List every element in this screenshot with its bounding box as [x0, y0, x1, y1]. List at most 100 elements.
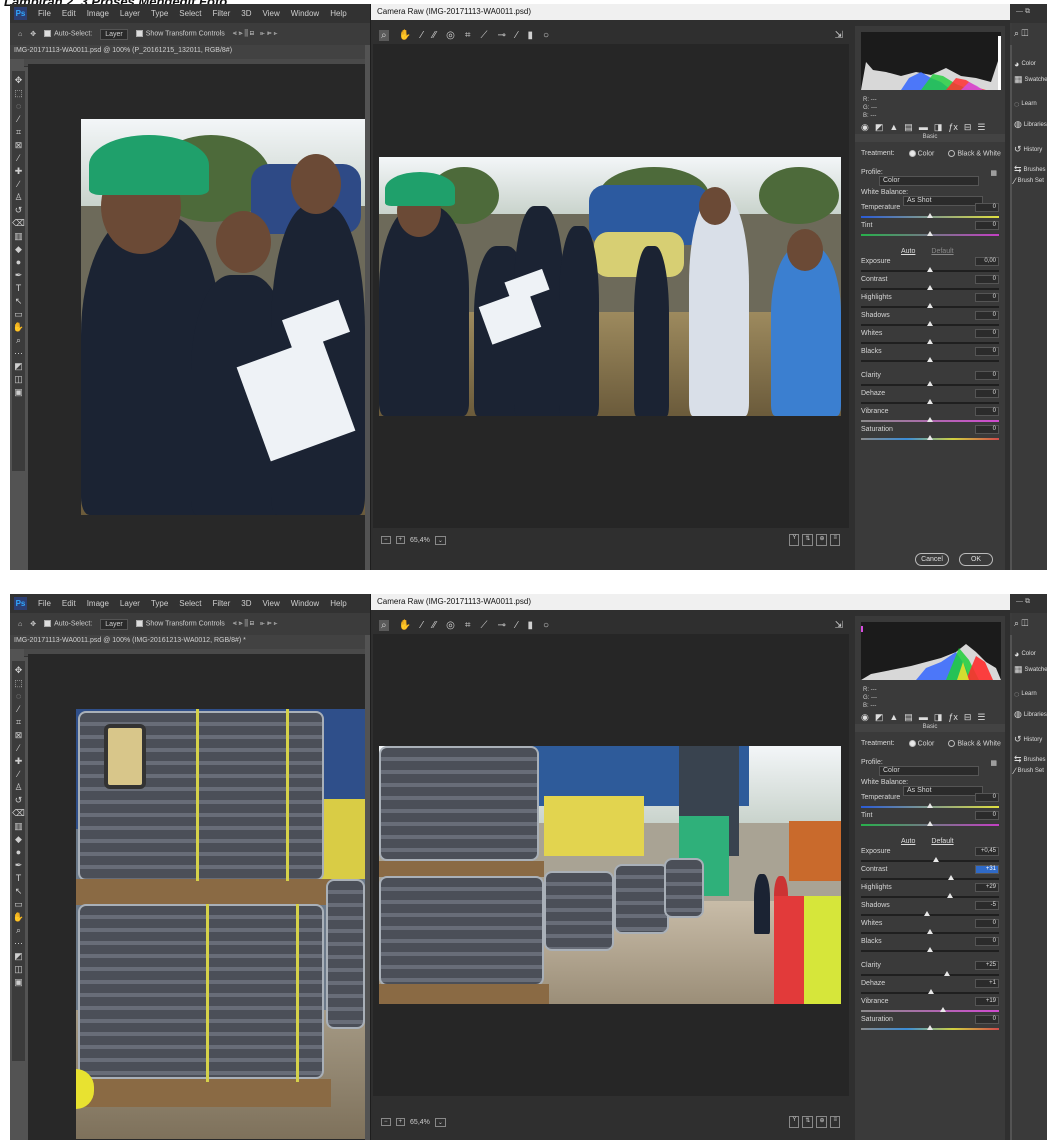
layer-dropdown[interactable]: Layer: [100, 618, 128, 630]
menu-layer[interactable]: Layer: [120, 9, 140, 18]
adjustment-brush-icon[interactable]: ∕: [516, 620, 518, 631]
slider-vibrance[interactable]: Vibrance 0: [861, 407, 999, 426]
type-tool-icon[interactable]: T: [16, 873, 22, 883]
shadows-thumb[interactable]: [927, 321, 933, 326]
zoom-tool-icon[interactable]: ⌕: [16, 925, 21, 935]
blur-tool-icon[interactable]: ◆: [15, 834, 22, 844]
zoom-tool-icon[interactable]: ⌕: [379, 619, 389, 631]
panel-swatches[interactable]: ▦Swatches: [1014, 664, 1047, 675]
adjustment-brush-icon[interactable]: ∕: [516, 30, 518, 41]
menu-edit[interactable]: Edit: [62, 599, 76, 608]
color-radio[interactable]: Color: [908, 740, 934, 747]
hsl-tab-icon[interactable]: ▤: [904, 712, 913, 724]
slider-clarity[interactable]: Clarity 0: [861, 371, 999, 390]
slider-temperature[interactable]: Temperature 0: [861, 203, 999, 222]
vibrance-thumb[interactable]: [927, 417, 933, 422]
slider-exposure[interactable]: Exposure +0,45: [861, 847, 999, 866]
tint-value-field[interactable]: 0: [975, 811, 999, 820]
history-brush-tool-icon[interactable]: ↺: [15, 205, 23, 215]
quick-select-tool-icon[interactable]: ⁄: [18, 114, 20, 124]
document-tab[interactable]: IMG-20171113-WA0011.psd @ 100% (P_201612…: [10, 45, 365, 59]
highlights-thumb[interactable]: [947, 893, 953, 898]
calibration-tab-icon[interactable]: ⊟: [964, 712, 972, 724]
calibration-tab-icon[interactable]: ⊟: [964, 122, 972, 134]
vibrance-thumb[interactable]: [940, 1007, 947, 1012]
target-adjust-tool-icon[interactable]: ◎: [446, 30, 455, 41]
healing-tool-icon[interactable]: ✚: [15, 166, 23, 176]
ps-canvas[interactable]: [28, 64, 365, 570]
panel-color[interactable]: ◕ Color: [1014, 59, 1036, 69]
search-icon[interactable]: ⌕ ◫: [1014, 28, 1028, 39]
color-radio[interactable]: Color: [908, 150, 934, 157]
saturation-value-field[interactable]: 0: [975, 425, 999, 434]
move-tool-icon[interactable]: ✥: [15, 75, 23, 85]
panel-brushes[interactable]: ⇆ Brushes: [1014, 754, 1046, 765]
slider-exposure[interactable]: Exposure 0,00: [861, 257, 999, 276]
align-icons[interactable]: ⫷ ⫸ ⫼ ⊟ ⊪ ⊫ ⊩: [233, 30, 278, 38]
shadows-value-field[interactable]: 0: [975, 311, 999, 320]
panel-history[interactable]: ↺ History: [1014, 144, 1042, 155]
before-after-icon[interactable]: Y: [789, 534, 800, 546]
radial-filter-icon[interactable]: ○: [543, 620, 549, 631]
crop-tool-icon[interactable]: ⌗: [16, 127, 21, 137]
type-tool-icon[interactable]: T: [16, 283, 22, 293]
tone-curve-tab-icon[interactable]: ◩: [875, 122, 884, 134]
split-toning-tab-icon[interactable]: ▬: [919, 712, 928, 724]
auto-link[interactable]: Auto: [901, 248, 915, 255]
hand-tool-icon[interactable]: ✋: [13, 322, 24, 332]
pen-tool-icon[interactable]: ✒: [15, 860, 23, 870]
show-transform-checkbox[interactable]: Show Transform Controls: [135, 620, 225, 628]
contrast-value-field[interactable]: +31: [975, 865, 999, 874]
slider-contrast[interactable]: Contrast +31: [861, 865, 999, 884]
whites-thumb[interactable]: [927, 339, 933, 344]
lens-tab-icon[interactable]: ◨: [934, 122, 943, 134]
slider-dehaze[interactable]: Dehaze +1: [861, 979, 999, 998]
menu-type[interactable]: Type: [151, 9, 168, 18]
menu-help[interactable]: Help: [330, 9, 346, 18]
more-tools-icon[interactable]: ⋯: [14, 348, 23, 358]
slider-blacks[interactable]: Blacks 0: [861, 347, 999, 366]
panel-history[interactable]: ↺ History: [1014, 734, 1042, 745]
history-brush-tool-icon[interactable]: ↺: [15, 795, 23, 805]
menu-view[interactable]: View: [263, 9, 280, 18]
copy-settings-icon[interactable]: ⊕: [816, 1116, 828, 1128]
move-tool-icon[interactable]: ✥: [30, 620, 36, 628]
menu-image[interactable]: Image: [87, 9, 109, 18]
before-after-icon[interactable]: Y: [789, 1116, 800, 1128]
zoom-in-button[interactable]: +: [395, 1118, 406, 1126]
menu-filter[interactable]: Filter: [213, 599, 231, 608]
slider-whites[interactable]: Whites 0: [861, 919, 999, 938]
blacks-thumb[interactable]: [927, 947, 933, 952]
screen-mode-icon[interactable]: ▣: [14, 387, 23, 397]
clarity-value-field[interactable]: +25: [975, 961, 999, 970]
fullscreen-icon[interactable]: ⇲: [835, 30, 843, 41]
profile-dropdown[interactable]: Color: [879, 176, 979, 186]
slider-blacks[interactable]: Blacks 0: [861, 937, 999, 956]
menu-image[interactable]: Image: [87, 599, 109, 608]
blur-tool-icon[interactable]: ◆: [15, 244, 22, 254]
slider-highlights[interactable]: Highlights 0: [861, 293, 999, 312]
spot-removal-tool-icon[interactable]: ⊸: [497, 30, 505, 41]
clarity-thumb[interactable]: [944, 971, 951, 976]
exposure-track[interactable]: [861, 860, 999, 862]
dodge-tool-icon[interactable]: ●: [16, 847, 21, 857]
panel-brushes[interactable]: ⇆ Brushes: [1014, 164, 1046, 175]
eraser-tool-icon[interactable]: ⌫: [12, 808, 25, 818]
path-select-tool-icon[interactable]: ↖: [15, 296, 23, 306]
slider-clarity[interactable]: Clarity +25: [861, 961, 999, 980]
blacks-value-field[interactable]: 0: [975, 347, 999, 356]
detail-tab-icon[interactable]: ▲: [889, 122, 898, 134]
panel-learn[interactable]: ◌ Learn: [1014, 689, 1037, 699]
stamp-tool-icon[interactable]: ♙: [14, 782, 22, 792]
highlights-value-field[interactable]: +29: [975, 883, 999, 892]
slider-saturation[interactable]: Saturation 0: [861, 425, 999, 444]
hand-tool-icon[interactable]: ✋: [13, 912, 24, 922]
zoom-dropdown-icon[interactable]: ⌄: [434, 535, 446, 545]
crop-tool-icon[interactable]: ⌗: [465, 30, 471, 41]
align-icons[interactable]: ⫷ ⫸ ⫼ ⊟ ⊪ ⊫ ⊩: [233, 620, 278, 628]
crop-tool-icon[interactable]: ⌗: [465, 620, 471, 631]
menu-window[interactable]: Window: [291, 599, 319, 608]
highlights-thumb[interactable]: [927, 303, 933, 308]
ok-button[interactable]: OK: [959, 553, 993, 566]
auto-link[interactable]: Auto: [901, 838, 915, 845]
